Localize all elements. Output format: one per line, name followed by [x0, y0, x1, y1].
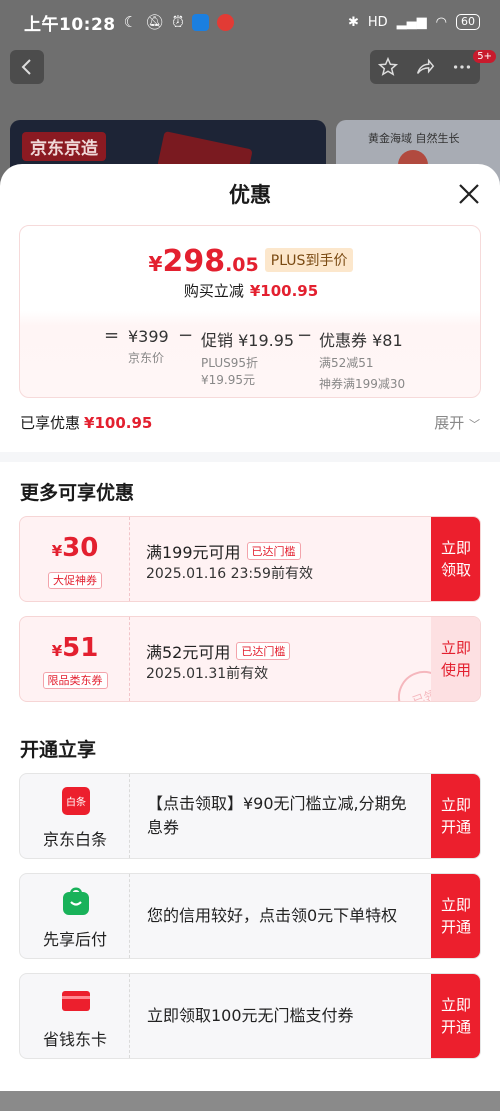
- chevron-down-icon: ﹀: [469, 418, 480, 431]
- divider: [0, 452, 500, 462]
- bluetooth-icon: ✱: [347, 14, 359, 30]
- instant-discount: 购买立减 ¥100.95: [183, 282, 319, 300]
- coupon-condition: 满199元可用: [146, 543, 241, 562]
- open-pay-later-button[interactable]: 立即 开通: [431, 874, 480, 958]
- notification-badge: 5+: [473, 50, 496, 63]
- brand-logo: 京东京造: [22, 132, 106, 161]
- price-breakdown-card: ¥298.05 PLUS到手价 购买立减 ¥100.95 = ¥399 京东价 −…: [19, 225, 481, 398]
- moon-icon: ☾: [123, 13, 138, 31]
- service-desc: 【点击领取】¥90无门槛立减,分期免息券: [147, 794, 407, 837]
- coupon-condition: 满52元可用: [146, 643, 231, 662]
- service-card-pay-later: 先享后付 您的信用较好，点击领0元下单特权 立即 开通: [19, 873, 481, 959]
- coupon-discount: 优惠券 ¥81 满52减51 神券满199减30: [319, 331, 406, 391]
- service-desc: 立即领取100元无门槛支付券: [147, 1006, 354, 1025]
- coupon-card: ¥51 限品类东券 满52元可用 已达门槛 2025.01.31前有效 已领 立即…: [19, 616, 481, 702]
- coupon-validity: 2025.01.31前有效: [146, 666, 269, 682]
- open-savings-card-button[interactable]: 立即 开通: [431, 974, 480, 1058]
- coupon-amount: ¥51: [51, 633, 99, 663]
- home-indicator-bar: [0, 1091, 500, 1111]
- status-bar: 上午10:28 ☾ 🔕︎ ⏰︎ ✱ HD ▂▄▆ ◠ 60: [0, 0, 500, 44]
- service-card-savings-card: 省钱东卡 立即领取100元无门槛支付券 立即 开通: [19, 973, 481, 1059]
- svg-text:白条: 白条: [66, 796, 86, 809]
- coupon-type-tag: 大促神券: [48, 572, 102, 589]
- plus-price-tag: PLUS到手价: [264, 248, 354, 272]
- coupon-validity: 2025.01.16 23:59前有效: [146, 566, 313, 582]
- use-coupon-button[interactable]: 立即 使用: [431, 617, 480, 701]
- mute-bell-icon: 🔕︎: [145, 13, 165, 31]
- service-desc: 您的信用较好，点击领0元下单特权: [147, 906, 398, 925]
- equals-sign: =: [104, 325, 120, 346]
- more-icon[interactable]: [451, 56, 473, 78]
- sheet-title: 优惠: [229, 183, 271, 207]
- open-services-title: 开通立享: [20, 739, 97, 761]
- jd-price: ¥399 京东价: [128, 327, 169, 365]
- service-name: 京东白条: [42, 830, 107, 849]
- app-notification-icon: [216, 13, 234, 31]
- promotion-discount: 促销 ¥19.95 PLUS95折 ¥19.95元: [201, 331, 295, 387]
- signal-hd-icon: HD: [367, 14, 388, 30]
- service-name: 省钱东卡: [42, 1030, 107, 1049]
- coupon-amount: ¥30: [51, 533, 99, 563]
- service-name: 先享后付: [42, 930, 107, 949]
- claim-coupon-button[interactable]: 立即 领取: [431, 517, 480, 601]
- status-time: 上午10:28: [24, 14, 116, 35]
- back-button[interactable]: [10, 50, 44, 84]
- final-price: ¥298.05: [148, 244, 259, 279]
- close-icon[interactable]: [456, 181, 482, 207]
- threshold-tag: 已达门槛: [236, 642, 291, 660]
- banner-text: 黄金海域 自然生长: [368, 132, 460, 145]
- alarm-icon: ⏰︎: [172, 13, 184, 31]
- battery-icon: 60: [456, 14, 480, 30]
- coupon-card: ¥30 大促神券 满199元可用 已达门槛 2025.01.16 23:59前有效…: [19, 516, 481, 602]
- saved-amount: 已享优惠 ¥100.95: [20, 414, 153, 432]
- share-icon[interactable]: [414, 56, 436, 78]
- chevron-left-icon: [21, 59, 31, 75]
- more-offers-title: 更多可享优惠: [20, 482, 135, 504]
- open-baitiao-button[interactable]: 立即 开通: [431, 774, 480, 858]
- service-card-baitiao: 白条 京东白条 【点击领取】¥90无门槛立减,分期免息券 立即 开通: [19, 773, 481, 859]
- discount-sheet: 优惠 ¥298.05 PLUS到手价 购买立减 ¥100.95 = ¥399 京东…: [0, 164, 500, 1091]
- wifi-icon: ◠: [435, 14, 447, 30]
- expand-toggle[interactable]: 展开 ﹀: [434, 412, 480, 433]
- baitiao-icon: 白条: [62, 787, 90, 815]
- minus-sign: −: [297, 325, 313, 346]
- star-icon[interactable]: [377, 56, 399, 78]
- threshold-tag: 已达门槛: [246, 542, 301, 560]
- signal-icon: ▂▄▆: [396, 14, 427, 30]
- app-notification-icon: [191, 13, 209, 31]
- minus-sign: −: [178, 325, 194, 346]
- card-icon: [62, 991, 90, 1011]
- nav-actions: [370, 50, 480, 84]
- coupon-type-tag: 限品类东券: [42, 672, 108, 689]
- shopping-bag-icon: [63, 887, 89, 915]
